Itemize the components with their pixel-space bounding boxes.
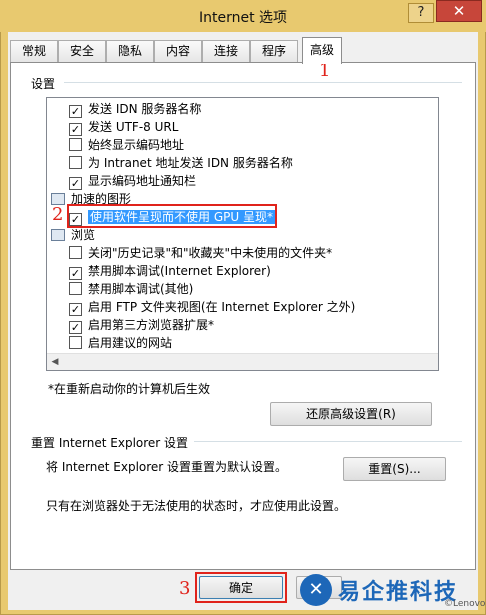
tab-general[interactable]: 常规 <box>10 40 58 63</box>
list-item-label: 启用 FTP 文件夹视图(在 Internet Explorer 之外) <box>88 300 356 314</box>
category-label: 浏览 <box>71 228 96 242</box>
list-item-label: 发送 IDN 服务器名称 <box>88 102 202 116</box>
list-item[interactable]: 始终显示编码地址 <box>69 136 184 154</box>
annotation-box-ok <box>195 572 287 603</box>
restore-advanced-settings-button[interactable]: 还原高级设置(R) <box>270 402 432 426</box>
list-item[interactable]: 关闭"历史记录"和"收藏夹"中未使用的文件夹* <box>69 244 332 262</box>
tab-privacy[interactable]: 隐私 <box>106 40 154 63</box>
list-item-label: 启用建议的网站 <box>88 336 173 350</box>
list-item-label: 关闭"历史记录"和"收藏夹"中未使用的文件夹* <box>88 246 333 260</box>
reset-description: 将 Internet Explorer 设置重置为默认设置。 <box>46 460 288 474</box>
settings-list[interactable]: ✓ 发送 IDN 服务器名称 ✓ 发送 UTF-8 URL 始终显示编码地址 为 I… <box>46 97 439 371</box>
help-button[interactable]: ? <box>408 3 434 23</box>
reset-divider <box>194 441 462 442</box>
list-item-label: 发送 UTF-8 URL <box>88 120 179 134</box>
annotation-step-3: 3 <box>179 578 191 599</box>
reset-button[interactable]: 重置(S)... <box>343 457 446 481</box>
list-item[interactable]: 启用建议的网站 <box>69 334 172 352</box>
list-item-label: 禁用脚本调试(Internet Explorer) <box>88 264 271 278</box>
list-item-label: 禁用脚本调试(其他) <box>88 282 194 296</box>
settings-divider <box>64 82 462 83</box>
list-item-label: 启用第三方浏览器扩展* <box>88 318 215 332</box>
list-item[interactable]: ✓ 显示编码地址通知栏 <box>69 172 196 190</box>
list-item[interactable]: ✓ 启用第三方浏览器扩展* <box>69 316 214 334</box>
list-item[interactable]: ✓ 发送 IDN 服务器名称 <box>69 100 201 118</box>
reset-group-label: 重置 Internet Explorer 设置 <box>31 436 189 450</box>
checkbox-checked-icon[interactable]: ✓ <box>69 123 82 136</box>
category-browsing: 浏览 <box>51 226 95 244</box>
list-item[interactable]: 为 Intranet 地址发送 IDN 服务器名称 <box>69 154 293 172</box>
watermark-text: 易企推科技 <box>338 580 459 605</box>
title-bar[interactable]: Internet 选项 ? ✕ <box>0 0 486 32</box>
lenovo-brand: ©Lenovo <box>444 599 486 609</box>
tab-security[interactable]: 安全 <box>58 40 106 63</box>
annotation-box-software-rendering <box>67 204 277 228</box>
tab-advanced[interactable]: 高级 <box>302 37 342 64</box>
list-item-label: 为 Intranet 地址发送 IDN 服务器名称 <box>88 156 293 170</box>
tab-connections[interactable]: 连接 <box>202 40 250 63</box>
horizontal-scrollbar[interactable]: ◀ ▶ <box>47 353 438 370</box>
checkbox-checked-icon[interactable]: ✓ <box>69 303 82 316</box>
list-item-label: 显示编码地址通知栏 <box>88 174 197 188</box>
list-item[interactable]: ✓ 发送 UTF-8 URL <box>69 118 178 136</box>
tab-programs[interactable]: 程序 <box>250 40 298 63</box>
close-button[interactable]: ✕ <box>436 0 482 22</box>
checkbox-checked-icon[interactable]: ✓ <box>69 105 82 118</box>
list-item-label: 始终显示编码地址 <box>88 138 185 152</box>
checkbox-unchecked-icon[interactable] <box>69 336 82 349</box>
annotation-step-2: 2 <box>52 204 64 225</box>
reset-warning: 只有在浏览器处于无法使用的状态时，才应使用此设置。 <box>46 499 347 513</box>
list-item[interactable]: ✓ 启用 FTP 文件夹视图(在 Internet Explorer 之外) <box>69 298 355 316</box>
brand-logo-icon: ✕ <box>300 574 332 606</box>
list-item[interactable]: 禁用脚本调试(其他) <box>69 280 193 298</box>
checkbox-unchecked-icon[interactable] <box>69 282 82 295</box>
page-icon <box>51 229 65 241</box>
restart-note: *在重新启动你的计算机后生效 <box>48 382 211 396</box>
checkbox-unchecked-icon[interactable] <box>69 246 82 259</box>
settings-group-label: 设置 <box>31 77 56 91</box>
checkbox-checked-icon[interactable]: ✓ <box>69 321 82 334</box>
checkbox-unchecked-icon[interactable] <box>69 138 82 151</box>
scroll-left-arrow-icon[interactable]: ◀ <box>47 354 63 370</box>
tab-content[interactable]: 内容 <box>154 40 202 63</box>
checkbox-checked-icon[interactable]: ✓ <box>69 267 82 280</box>
checkbox-checked-icon[interactable]: ✓ <box>69 177 82 190</box>
checkbox-unchecked-icon[interactable] <box>69 156 82 169</box>
list-item[interactable]: ✓ 禁用脚本调试(Internet Explorer) <box>69 262 271 280</box>
